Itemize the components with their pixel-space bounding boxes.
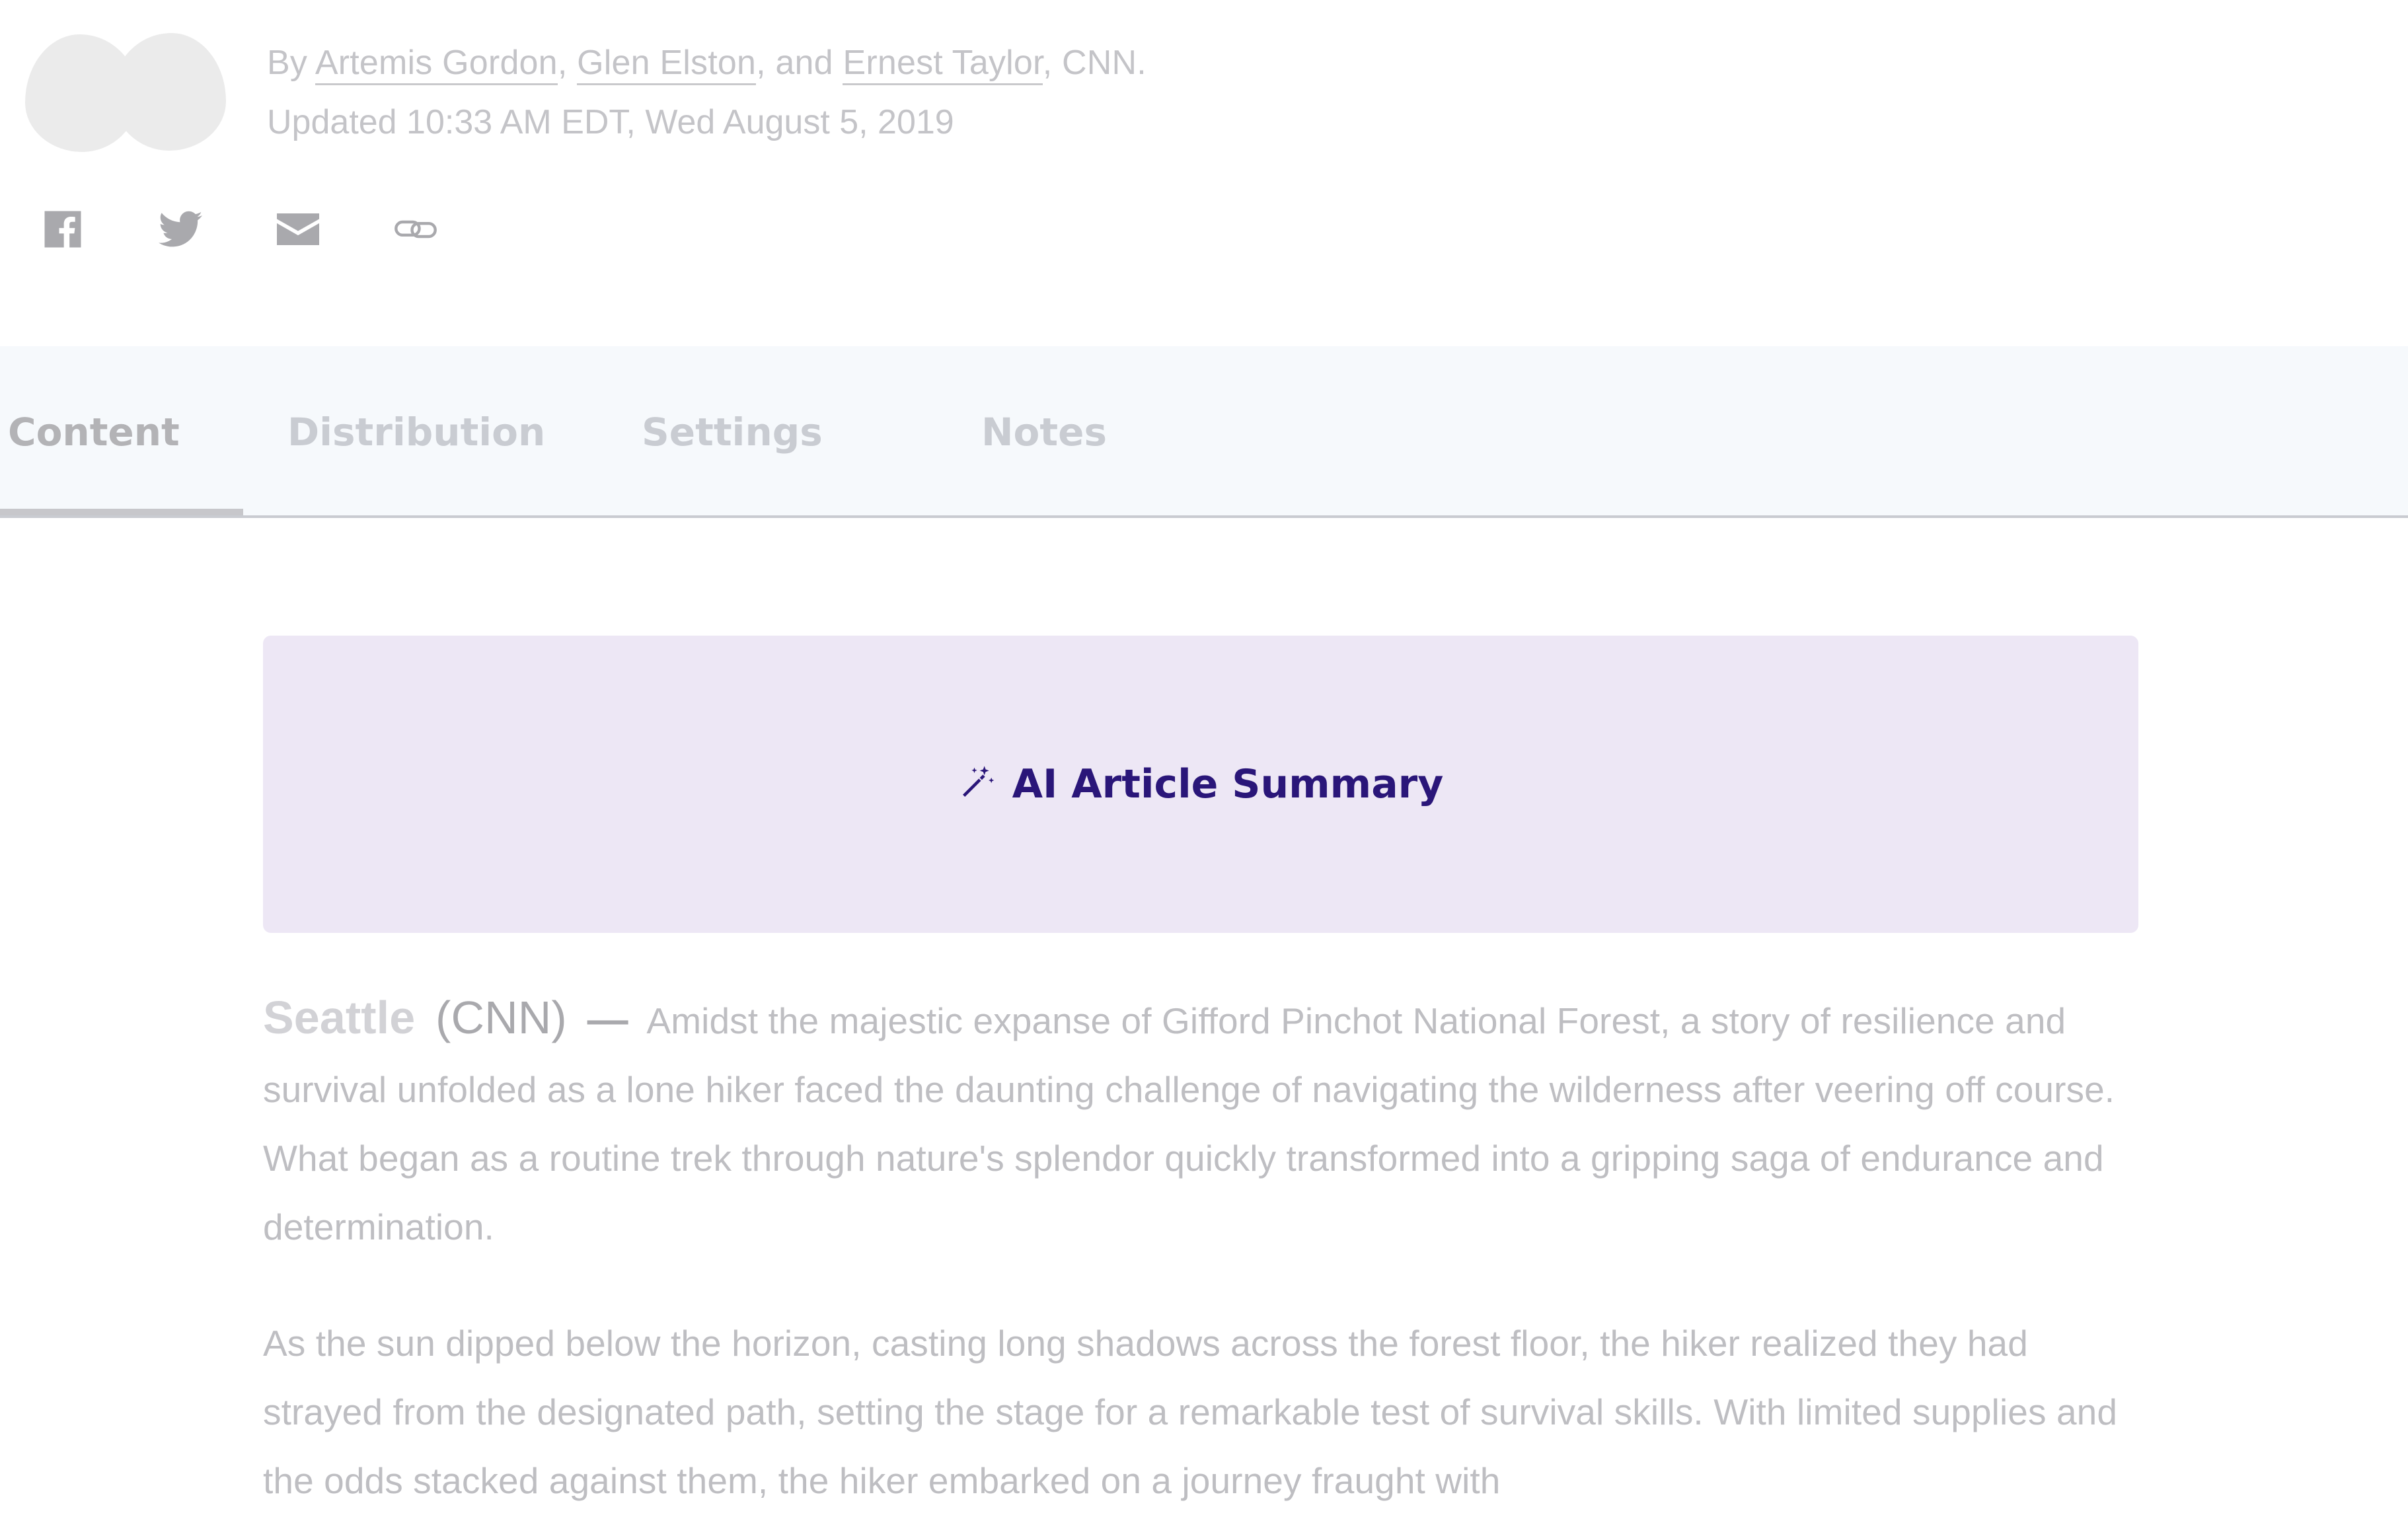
- byline: By Artemis Gordon, Glen Elston, and Erne…: [267, 40, 1147, 86]
- byline-separator: ,: [557, 44, 568, 82]
- updated-timestamp: Updated 10:33 AM EDT, Wed August 5, 2019: [267, 103, 954, 141]
- dateline-source: (CNN): [435, 992, 567, 1043]
- dateline-dash: —: [587, 997, 628, 1043]
- dateline-city: Seattle: [263, 992, 416, 1043]
- tab-settings[interactable]: Settings: [642, 346, 823, 518]
- magic-wand-icon: [958, 764, 995, 805]
- twitter-icon[interactable]: [157, 206, 204, 252]
- article-body: Seattle (CNN) — Amidst the majestic expa…: [263, 983, 2153, 1515]
- facebook-icon[interactable]: [40, 206, 86, 252]
- email-icon[interactable]: [275, 206, 321, 252]
- tab-notes[interactable]: Notes: [981, 346, 1107, 518]
- tab-distribution[interactable]: Distribution: [287, 346, 545, 518]
- ai-summary-label: AI Article Summary: [1012, 761, 1444, 807]
- article-header: By Artemis Gordon, Glen Elston, and Erne…: [0, 0, 2408, 346]
- article-paragraph: As the sun dipped below the horizon, cas…: [263, 1323, 2118, 1501]
- tab-bar: Content Distribution Settings Notes: [0, 346, 2408, 518]
- tab-content[interactable]: Content: [8, 346, 180, 518]
- author-link[interactable]: Glen Elston: [577, 44, 757, 85]
- byline-separator: , and: [756, 44, 833, 82]
- link-icon[interactable]: [393, 206, 439, 252]
- avatar[interactable]: [112, 33, 226, 151]
- byline-prefix: By: [267, 44, 308, 82]
- active-tab-indicator: [0, 509, 243, 515]
- author-link[interactable]: Artemis Gordon: [315, 44, 558, 85]
- author-link[interactable]: Ernest Taylor: [843, 44, 1043, 85]
- article-paragraph: Seattle (CNN) — Amidst the majestic expa…: [263, 983, 2153, 1261]
- author-avatars: [25, 33, 231, 152]
- ai-summary-button[interactable]: AI Article Summary: [263, 636, 2138, 933]
- byline-suffix: , CNN.: [1042, 44, 1147, 82]
